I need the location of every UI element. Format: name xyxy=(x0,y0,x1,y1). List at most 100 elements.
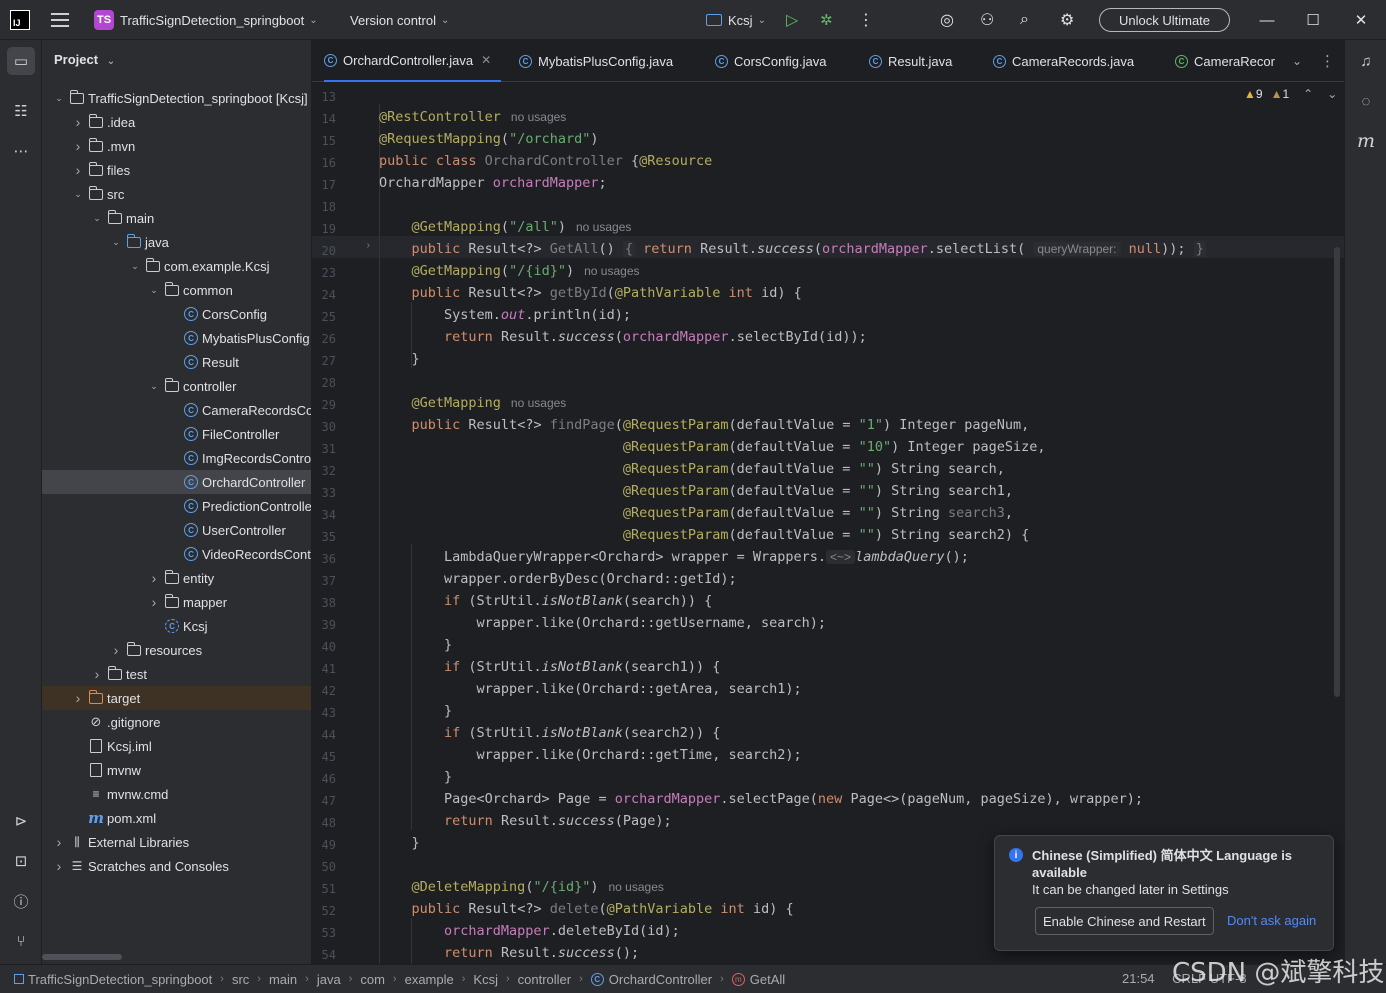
tree-item[interactable]: m pom.xml xyxy=(42,806,311,830)
unlock-ultimate-button[interactable]: Unlock Ultimate xyxy=(1099,8,1230,32)
chevron-right-icon[interactable]: › xyxy=(147,594,161,610)
tree-item[interactable]: C Result xyxy=(42,350,311,374)
chevron-right-icon[interactable]: › xyxy=(90,666,104,682)
tree-item[interactable]: ≡ mvnw.cmd xyxy=(42,782,311,806)
tree-item[interactable]: ⌄ java xyxy=(42,230,311,254)
tree-item[interactable]: ⌄ main xyxy=(42,206,311,230)
tree-item[interactable]: ⌄ TrafficSignDetection_springboot [Kcsj] xyxy=(42,86,311,110)
chevron-down-icon[interactable]: ⌄ xyxy=(109,237,123,248)
tree-item[interactable]: C PredictionController xyxy=(42,494,311,518)
tree-item[interactable]: C Kcsj xyxy=(42,614,311,638)
warning-counter[interactable]: ▲9 xyxy=(1244,87,1263,101)
chevron-down-icon[interactable]: ⌄ xyxy=(147,381,161,392)
tree-item[interactable]: CVideoRecordsController xyxy=(42,542,311,566)
chevron-right-icon[interactable]: › xyxy=(71,162,85,178)
tree-item[interactable]: ⌄ com.example.Kcsj xyxy=(42,254,311,278)
ai-assistant-icon[interactable]: ◎ xyxy=(940,0,954,40)
editor-tab[interactable]: C MybatisPlusConfig.java xyxy=(519,40,683,82)
tree-item[interactable]: › ⫼ External Libraries xyxy=(42,830,311,854)
tree-item[interactable]: ⌄ controller xyxy=(42,374,311,398)
tab-list-chevron-icon[interactable]: ⌄ xyxy=(1292,40,1302,82)
tree-item[interactable]: C CorsConfig xyxy=(42,302,311,326)
tree-item[interactable]: C MybatisPlusConfig xyxy=(42,326,311,350)
tree-item[interactable]: › resources xyxy=(42,638,311,662)
project-folder-icon[interactable]: ▭ xyxy=(7,47,35,75)
chevron-down-icon[interactable]: ⌄ xyxy=(147,285,161,296)
main-menu-icon[interactable] xyxy=(50,0,70,40)
chevron-right-icon[interactable]: › xyxy=(71,690,85,706)
chevron-right-icon[interactable]: › xyxy=(109,642,123,658)
breadcrumb-item[interactable]: TrafficSignDetection_springboot xyxy=(14,972,212,987)
maven-icon[interactable]: m xyxy=(1352,127,1380,155)
chevron-down-icon[interactable]: ⌄ xyxy=(128,261,142,272)
ai-chat-icon[interactable]: ◌ xyxy=(1352,87,1380,115)
tree-item[interactable]: ⊘ .gitignore xyxy=(42,710,311,734)
chevron-right-icon[interactable]: › xyxy=(52,834,66,850)
horizontal-scrollbar[interactable] xyxy=(42,954,122,960)
close-tab-icon[interactable]: ✕ xyxy=(481,53,491,67)
settings-gear-icon[interactable]: ⚙ xyxy=(1060,0,1074,40)
run-config-selector[interactable]: Kcsj ⌄ xyxy=(706,0,766,40)
editor-tab[interactable]: C CameraRecor xyxy=(1175,40,1285,82)
problems-icon[interactable]: ⓘ xyxy=(7,887,35,915)
more-actions-icon[interactable]: ⋮ xyxy=(858,0,874,40)
tree-item[interactable]: CImgRecordsController xyxy=(42,446,311,470)
project-switcher[interactable]: TS TrafficSignDetection_springboot ⌄ xyxy=(94,0,318,40)
dont-ask-again-link[interactable]: Don't ask again xyxy=(1227,913,1316,928)
vertical-scrollbar[interactable] xyxy=(1334,247,1340,697)
code-editor[interactable]: ▲9 ▲1 ⌃ ⌄ 13 14 15 16 17 18 19 20 23 24 25 26 27 28 29… xyxy=(312,82,1344,964)
tree-item[interactable]: ⌄ common xyxy=(42,278,311,302)
tree-item[interactable]: CCameraRecordsController xyxy=(42,398,311,422)
editor-tab[interactable]: C CorsConfig.java xyxy=(715,40,837,82)
git-icon[interactable]: ⑂ xyxy=(7,927,35,955)
tree-item[interactable]: › .idea xyxy=(42,110,311,134)
tree-item[interactable]: C FileController xyxy=(42,422,311,446)
tree-item[interactable]: › target xyxy=(42,686,311,710)
services-icon[interactable]: ⊳ xyxy=(7,807,35,835)
vcs-widget[interactable]: Version control ⌄ xyxy=(350,0,449,40)
add-user-icon[interactable]: ⚇ xyxy=(980,0,994,40)
inspection-widget[interactable]: ▲9 ▲1 ⌃ ⌄ xyxy=(1244,87,1337,101)
enable-chinese-button[interactable]: Enable Chinese and Restart xyxy=(1035,907,1214,935)
breadcrumb-item[interactable]: java xyxy=(317,972,341,987)
editor-tab[interactable]: C Result.java xyxy=(869,40,962,82)
chevron-down-icon[interactable]: ⌄ xyxy=(90,213,104,224)
minimize-icon[interactable]: — xyxy=(1244,0,1290,40)
breadcrumb-item[interactable]: C OrchardController xyxy=(590,972,712,987)
breadcrumb-item[interactable]: m GetAll xyxy=(731,972,785,987)
intellij-logo-icon[interactable]: IJ xyxy=(10,10,30,30)
next-highlight-icon[interactable]: ⌄ xyxy=(1327,87,1337,101)
chevron-down-icon[interactable]: ⌄ xyxy=(71,189,85,200)
tree-item[interactable]: › .mvn xyxy=(42,134,311,158)
breadcrumb-item[interactable]: src xyxy=(232,972,249,987)
tree-item[interactable]: › files xyxy=(42,158,311,182)
breadcrumb-item[interactable]: example xyxy=(405,972,454,987)
chevron-right-icon[interactable]: › xyxy=(147,570,161,586)
fold-expand-icon[interactable]: › xyxy=(360,240,370,251)
editor-tab[interactable]: C CameraRecords.java xyxy=(993,40,1144,82)
notifications-bell-icon[interactable]: ♫ xyxy=(1352,47,1380,75)
breadcrumb-item[interactable]: controller xyxy=(518,972,571,987)
editor-tab[interactable]: C OrchardController.java ✕ xyxy=(324,40,502,82)
tree-item[interactable]: › mapper xyxy=(42,590,311,614)
breadcrumb-item[interactable]: Kcsj xyxy=(473,972,498,987)
debug-icon[interactable]: ✲ xyxy=(820,0,833,40)
tree-item[interactable]: C OrchardController xyxy=(42,470,311,494)
weak-warning-counter[interactable]: ▲1 xyxy=(1271,87,1290,101)
tree-item[interactable]: mvnw xyxy=(42,758,311,782)
tree-item[interactable]: C UserController xyxy=(42,518,311,542)
structure-icon[interactable]: ☷ xyxy=(7,97,35,125)
tree-item[interactable]: ⌄ src xyxy=(42,182,311,206)
chevron-right-icon[interactable]: › xyxy=(52,858,66,874)
project-panel-title[interactable]: Project ⌄ xyxy=(54,52,115,67)
previous-highlight-icon[interactable]: ⌃ xyxy=(1303,87,1313,101)
tree-item[interactable]: › entity xyxy=(42,566,311,590)
tree-item[interactable]: Kcsj.iml xyxy=(42,734,311,758)
close-icon[interactable]: ✕ xyxy=(1338,0,1384,40)
run-icon[interactable]: ▷ xyxy=(786,0,798,40)
caret-position[interactable]: 21:54 xyxy=(1122,971,1155,986)
search-icon[interactable]: ⌕ xyxy=(1020,0,1029,40)
tab-more-icon[interactable]: ⋮ xyxy=(1320,40,1335,82)
tree-item[interactable]: › test xyxy=(42,662,311,686)
chevron-right-icon[interactable]: › xyxy=(71,138,85,154)
